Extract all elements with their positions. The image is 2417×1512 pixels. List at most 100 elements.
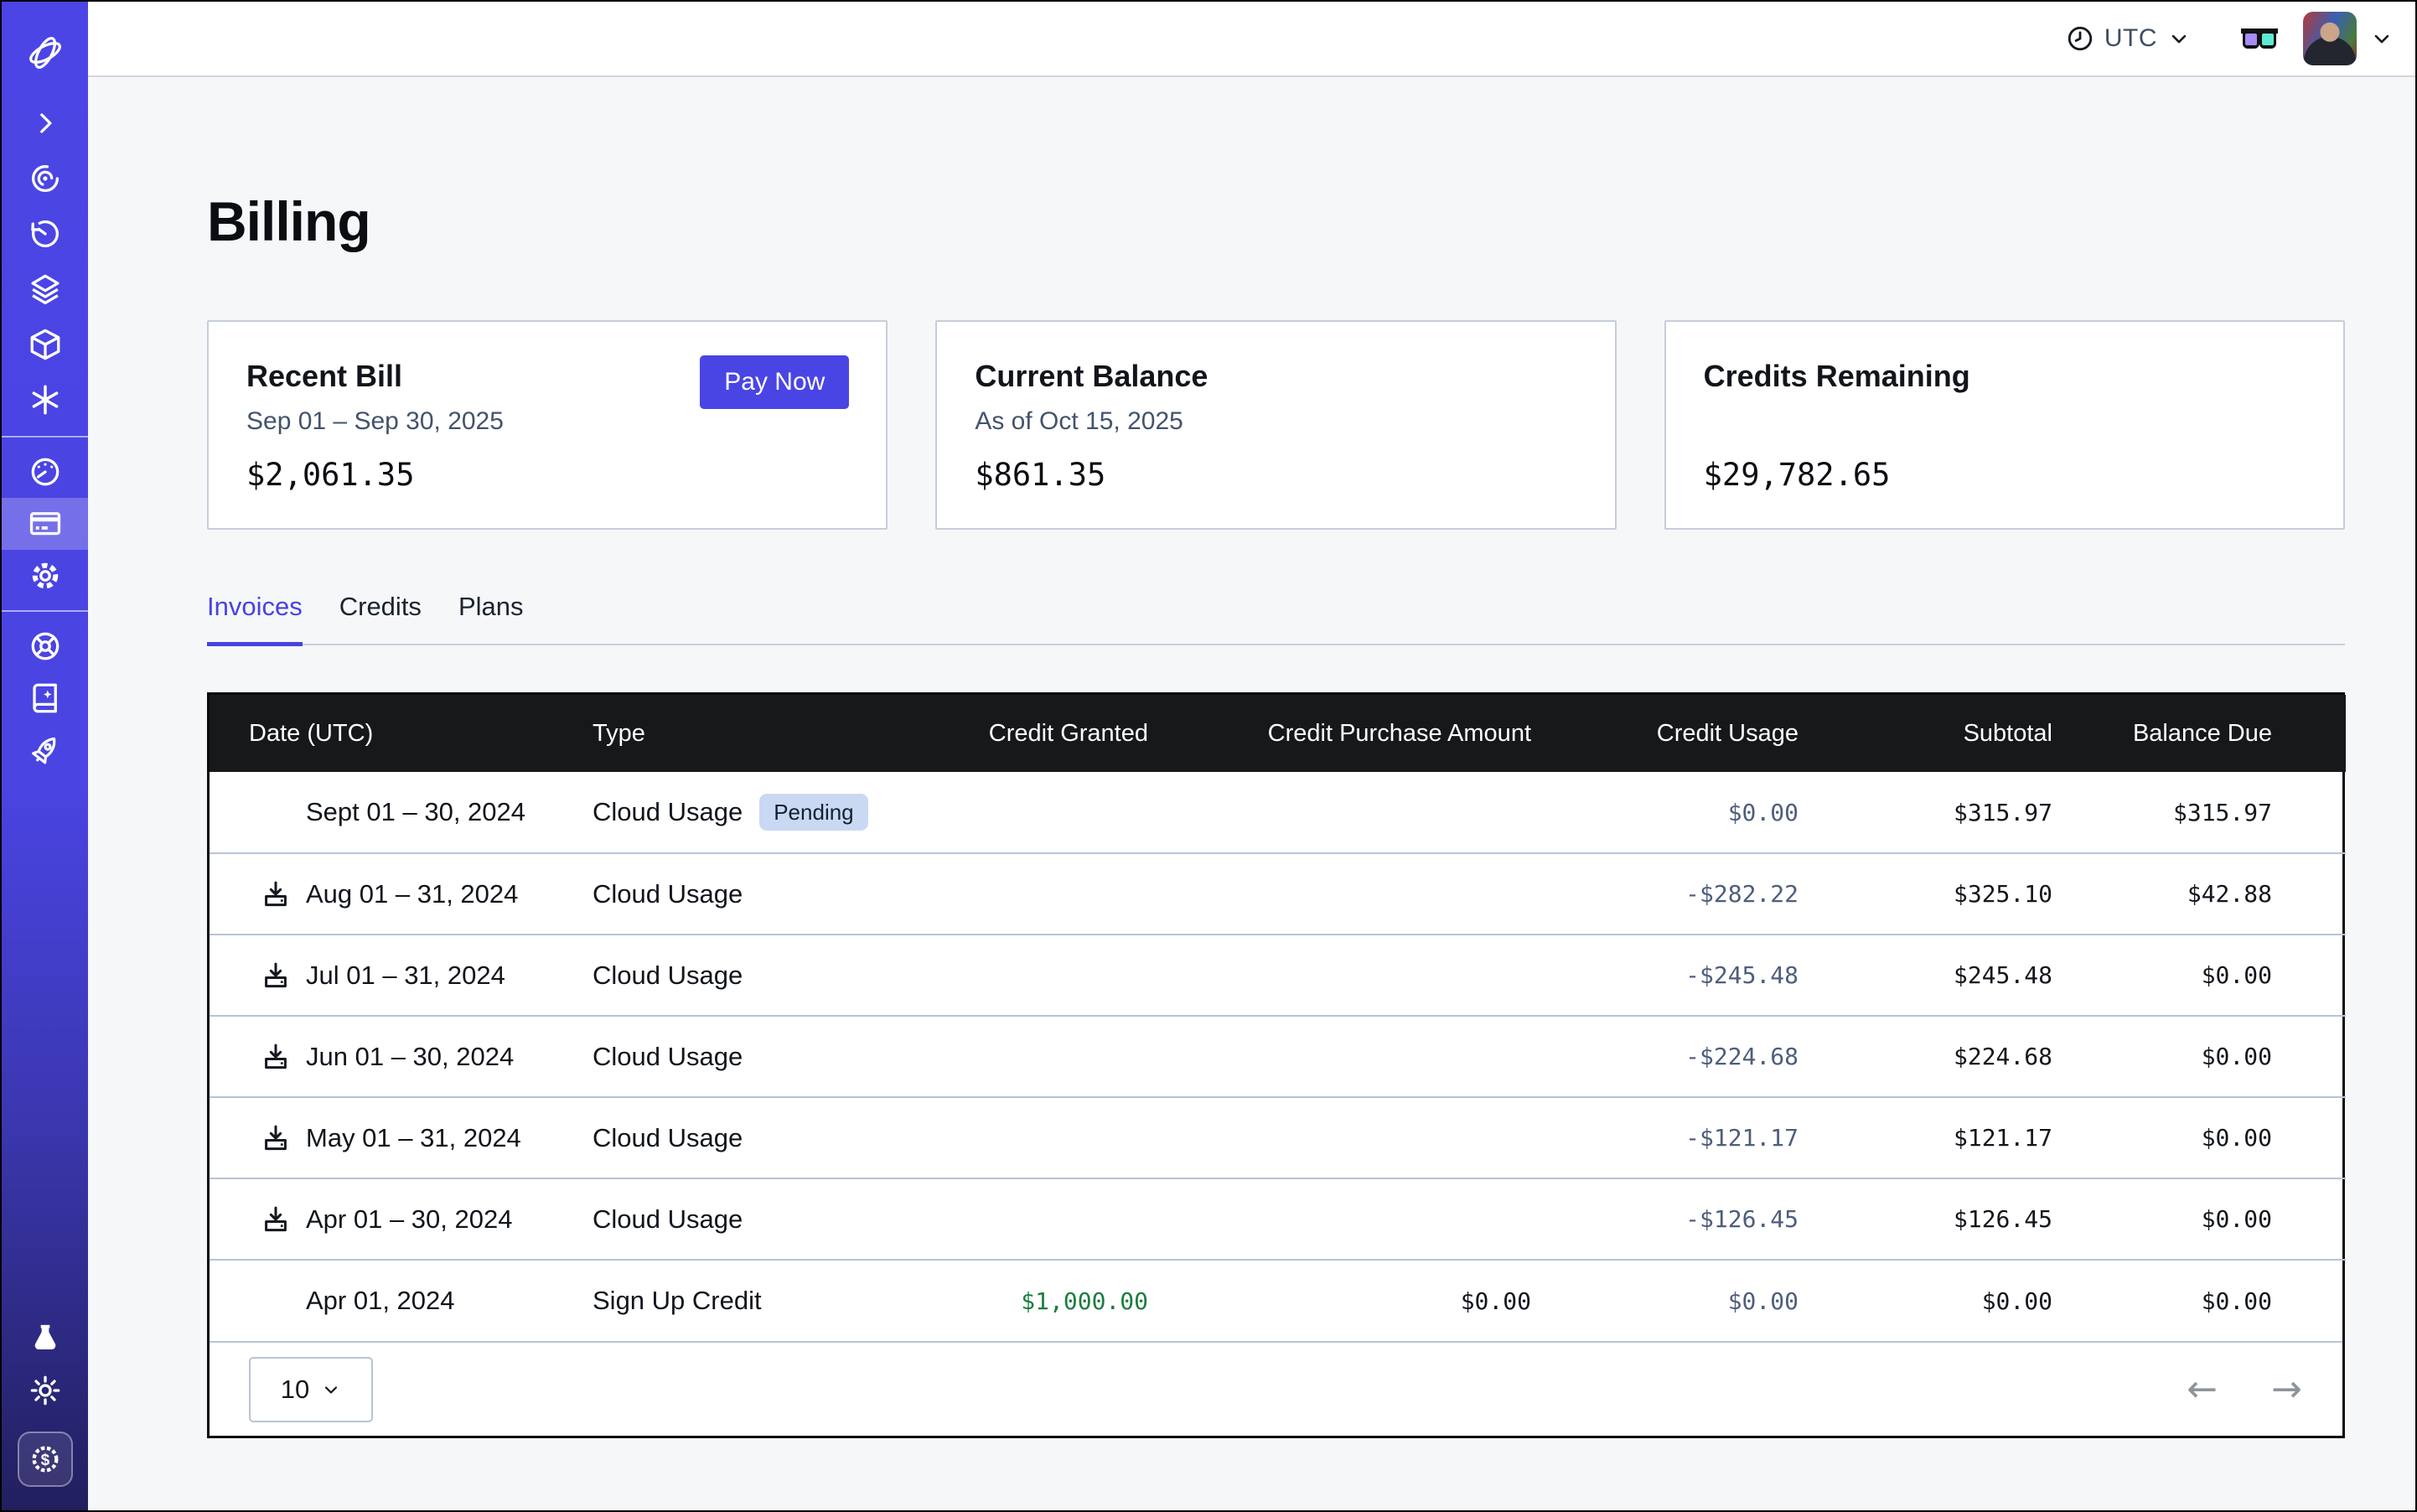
subtotal-value: $0.00 — [1799, 1260, 2052, 1341]
sidebar-item-usage[interactable] — [2, 446, 88, 498]
gear-icon — [28, 558, 63, 593]
pay-now-button[interactable]: Pay Now — [700, 355, 849, 409]
rocket-icon — [28, 733, 63, 768]
sidebar-item-packages[interactable] — [2, 317, 88, 372]
invoice-type: Sign Up Credit — [593, 1286, 762, 1316]
sidebar-item-help-center[interactable] — [2, 620, 88, 672]
invoices-table: Date (UTC) Type Credit Granted Credit Pu… — [207, 692, 2345, 1438]
column-header-balance-due: Balance Due — [2052, 695, 2346, 772]
table-footer: 10 ← → — [210, 1341, 2342, 1436]
avatar[interactable] — [2303, 12, 2357, 65]
invoice-date: Aug 01 – 31, 2024 — [306, 879, 518, 909]
arrow-right-icon next-page-button[interactable]: → — [2271, 1371, 2302, 1408]
sidebar-item-expand[interactable] — [2, 96, 88, 151]
subtotal-value: $126.45 — [1799, 1178, 2052, 1260]
recent-bill-card: Recent Bill Sep 01 – Sep 30, 2025 $2,061… — [207, 320, 888, 530]
download-invoice-button[interactable] — [260, 1122, 292, 1154]
chevron-down-icon — [2167, 27, 2191, 50]
sidebar-item-observe[interactable] — [2, 151, 88, 206]
download-invoice-button[interactable] — [260, 1041, 292, 1073]
page-size-select[interactable]: 10 — [249, 1357, 373, 1422]
column-header-type: Type — [591, 695, 964, 772]
clock-icon — [2066, 24, 2094, 53]
flask-icon — [28, 1322, 62, 1355]
svg-text:$: $ — [40, 1452, 49, 1469]
invoice-type: Cloud Usage — [593, 879, 743, 909]
credit-granted-value — [964, 1178, 1148, 1260]
invoice-type: Cloud Usage — [593, 1123, 743, 1153]
sidebar-item-theme[interactable] — [2, 1364, 88, 1416]
iris-icon — [28, 161, 63, 196]
layers-icon — [28, 272, 63, 307]
credit-granted-value — [964, 853, 1148, 935]
download-invoice-button[interactable] — [260, 878, 292, 910]
table-row: May 01 – 31, 2024 Cloud Usage -$121.17$121… — [210, 1097, 2346, 1178]
summary-cards: Recent Bill Sep 01 – Sep 30, 2025 $2,061… — [207, 320, 2345, 530]
page-title: Billing — [207, 189, 2345, 253]
credit-granted-value — [964, 1016, 1148, 1097]
column-header-date: Date (UTC) — [210, 695, 591, 772]
sidebar-item-getting-started[interactable] — [2, 724, 88, 776]
sidebar-item-billing[interactable] — [2, 498, 88, 550]
sidebar-divider — [2, 610, 88, 612]
sidebar-item-layers[interactable] — [2, 261, 88, 317]
chevron-down-icon[interactable] — [2370, 27, 2394, 50]
credit-usage-value: -$126.45 — [1531, 1178, 1799, 1260]
credit-granted-value — [964, 772, 1148, 853]
invoice-date: Apr 01, 2024 — [306, 1286, 455, 1315]
balance-due-value: $0.00 — [2052, 935, 2346, 1016]
credit-purchase-value — [1148, 772, 1531, 853]
billing-period: Sep 01 – Sep 30, 2025 — [246, 407, 848, 436]
credit-usage-value: -$121.17 — [1531, 1097, 1799, 1178]
pending-badge: Pending — [759, 794, 867, 831]
tab-invoices[interactable]: Invoices — [207, 592, 303, 644]
sidebar-item-functions[interactable] — [2, 372, 88, 427]
tab-credits[interactable]: Credits — [339, 592, 422, 644]
invoice-date: May 01 – 31, 2024 — [306, 1123, 521, 1152]
invoice-date: Jul 01 – 31, 2024 — [306, 961, 505, 990]
sidebar: $ — [2, 2, 88, 1510]
chevron-down-icon — [321, 1380, 341, 1400]
chevron-right-icon — [28, 106, 62, 140]
credit-granted-value: $1,000.00 — [964, 1260, 1148, 1341]
sidebar-item-labs[interactable] — [2, 1313, 88, 1364]
glasses-icon[interactable] — [2238, 22, 2281, 55]
app-window: $ UTC — [0, 0, 2417, 1512]
credits-button[interactable]: $ — [18, 1432, 73, 1487]
sidebar-item-settings[interactable] — [2, 550, 88, 602]
table-row: Jun 01 – 30, 2024Cloud Usage-$224.68$224… — [210, 1016, 2346, 1097]
credit-purchase-value — [1148, 935, 1531, 1016]
arrow-left-icon prev-page-button[interactable]: ← — [2187, 1371, 2218, 1408]
credit-purchase-value — [1148, 853, 1531, 935]
recent-bill-amount: $2,061.35 — [246, 457, 414, 493]
credits-remaining-amount: $29,782.65 — [1704, 457, 1891, 493]
sidebar-item-docs[interactable] — [2, 672, 88, 724]
credit-purchase-value — [1148, 1016, 1531, 1097]
credit-usage-value: -$224.68 — [1531, 1016, 1799, 1097]
download-invoice-button[interactable] — [260, 960, 292, 992]
table-row: Apr 01, 2024 Sign Up Credit $1,000.00 $0.00… — [210, 1260, 2346, 1341]
gauge-icon — [28, 454, 63, 489]
column-header-credit-granted: Credit Granted — [964, 695, 1148, 772]
subtotal-value: $325.10 — [1799, 853, 2052, 935]
invoice-date: Apr 01 – 30, 2024 — [306, 1204, 512, 1234]
credits-remaining-card: Credits Remaining $29,782.65 — [1664, 320, 2345, 530]
invoice-type: Cloud Usage — [593, 1042, 743, 1072]
table-row: Aug 01 – 31, 2024Cloud Usage-$282.22$325… — [210, 853, 2346, 935]
subtotal-value: $224.68 — [1799, 1016, 2052, 1097]
table-row: Jul 01 – 31, 2024Cloud Usage-$245.48$245… — [210, 935, 2346, 1016]
sun-icon — [28, 1374, 62, 1407]
subtotal-value: $121.17 — [1799, 1097, 2052, 1178]
billing-tabs: Invoices Credits Plans — [207, 592, 2345, 645]
invoice-type: Cloud Usage — [593, 797, 743, 827]
invoice-type: Cloud Usage — [593, 1204, 743, 1235]
logo-orbit-icon[interactable] — [26, 34, 65, 72]
timezone-selector[interactable]: UTC — [2066, 24, 2191, 53]
balance-due-value: $315.97 — [2052, 772, 2346, 853]
download-invoice-button[interactable] — [260, 1204, 292, 1235]
sidebar-item-history[interactable] — [2, 206, 88, 261]
tab-plans[interactable]: Plans — [458, 592, 524, 644]
subtotal-value: $315.97 — [1799, 772, 2052, 853]
credit-granted-value — [964, 935, 1148, 1016]
helm-icon — [28, 629, 63, 664]
